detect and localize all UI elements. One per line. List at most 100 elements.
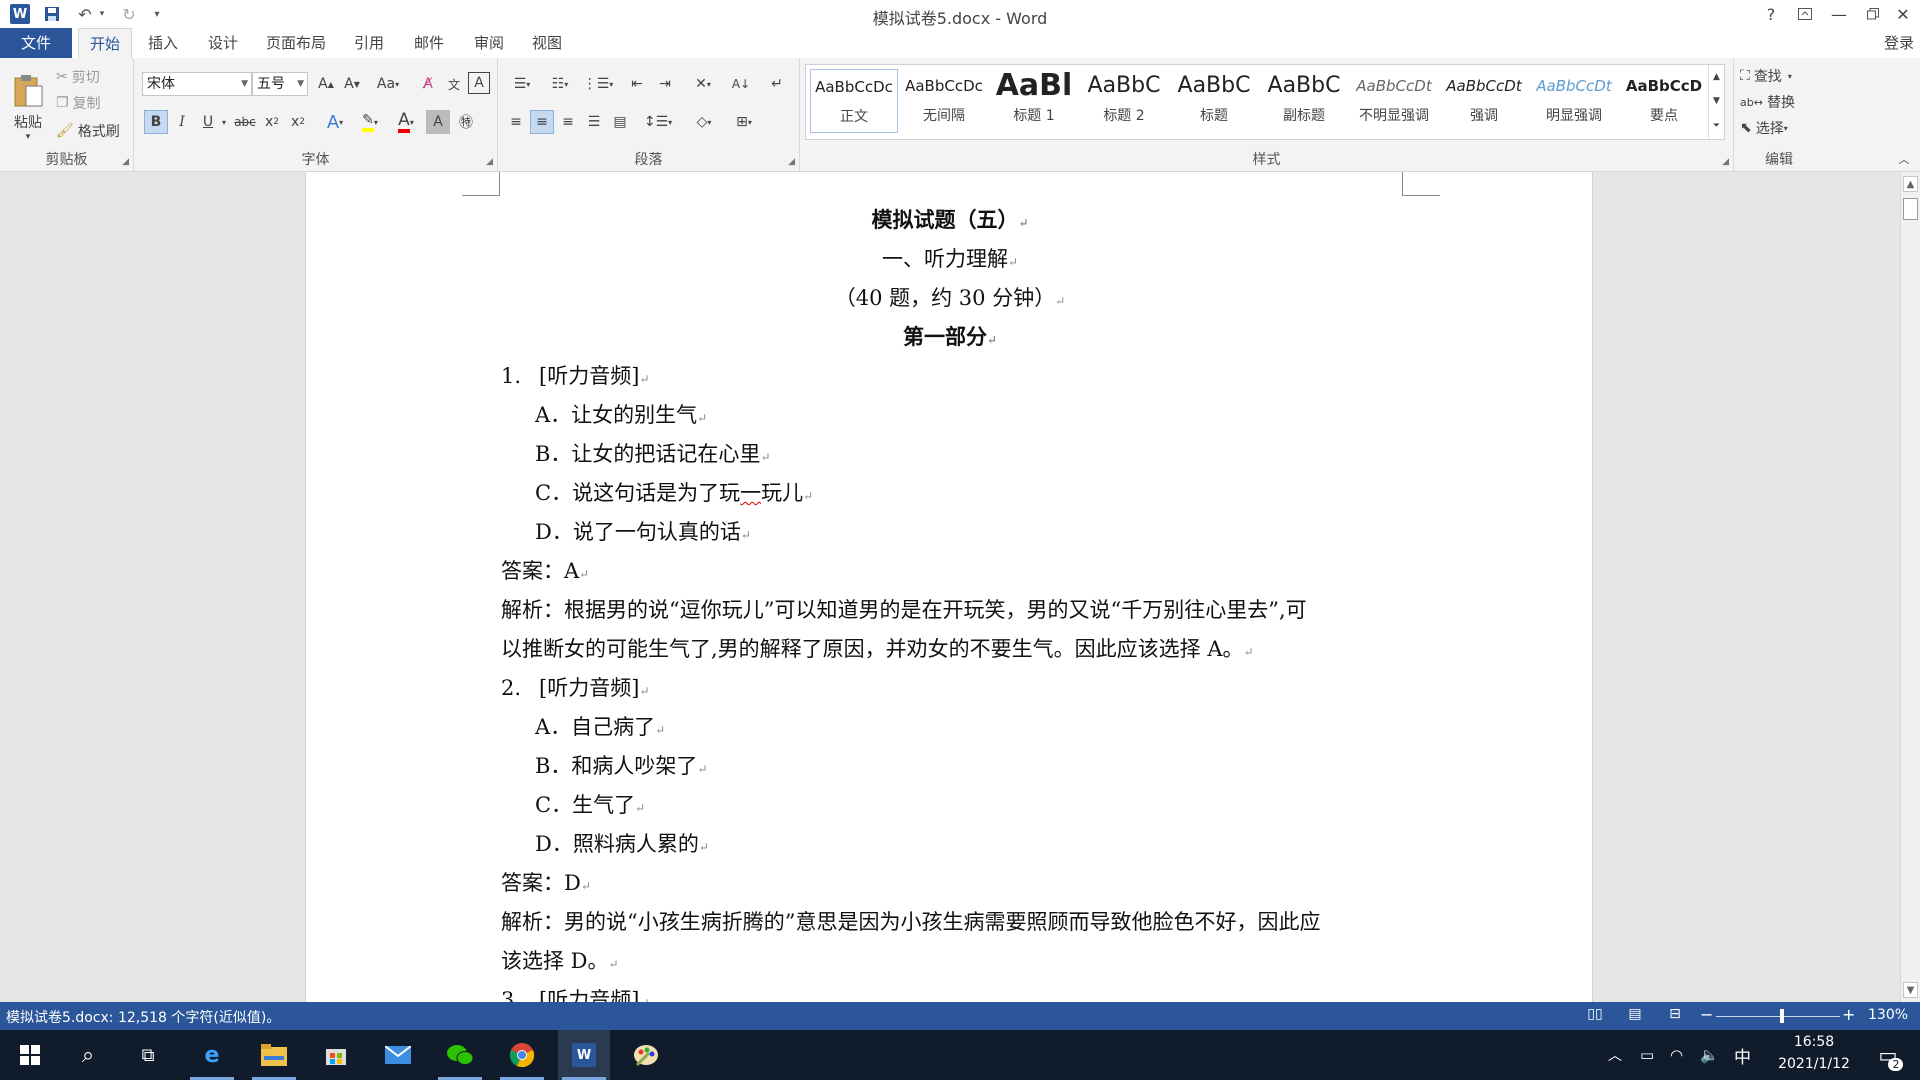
font-color-icon[interactable]: A ▾: [390, 110, 422, 134]
chrome-browser-icon[interactable]: [496, 1030, 548, 1080]
mail-icon[interactable]: [372, 1030, 424, 1080]
gallery-up-icon[interactable]: ▲: [1708, 65, 1724, 89]
minimize-icon[interactable]: —: [1822, 2, 1856, 26]
align-right-icon[interactable]: ≡: [556, 110, 580, 134]
clock-date[interactable]: 2021/1/12: [1764, 1056, 1864, 1072]
style-subtitle[interactable]: AaBbC 副标题: [1260, 69, 1348, 133]
clipboard-launcher-icon[interactable]: ◢: [122, 157, 129, 167]
distributed-icon[interactable]: ▤: [608, 110, 632, 134]
paste-button[interactable]: 粘贴 ▾: [8, 66, 48, 150]
action-center-icon[interactable]: ▭ 2: [1868, 1030, 1908, 1080]
word-taskbar-icon[interactable]: W: [558, 1030, 610, 1080]
style-intense-emphasis[interactable]: AaBbCcDt 明显强调: [1530, 69, 1618, 133]
read-mode-icon[interactable]: ▯▯: [1584, 1006, 1606, 1026]
highlight-color-icon[interactable]: ✎ ▾: [354, 110, 386, 134]
wechat-icon[interactable]: [434, 1030, 486, 1080]
shrink-font-icon[interactable]: A ▼: [340, 72, 364, 96]
scroll-down-icon[interactable]: ▼: [1903, 982, 1918, 998]
sort-icon[interactable]: A↓: [728, 72, 754, 96]
style-title[interactable]: AaBbC 标题: [1170, 69, 1258, 133]
show-hidden-icons-icon[interactable]: ︿: [1608, 1030, 1622, 1080]
close-icon[interactable]: ✕: [1886, 2, 1920, 26]
web-layout-icon[interactable]: ⊟: [1664, 1006, 1686, 1026]
zoom-slider-thumb[interactable]: [1780, 1009, 1784, 1023]
tab-design[interactable]: 设计: [200, 28, 246, 58]
document-stats[interactable]: 模拟试卷5.docx: 12,518 个字符(近似值)。: [6, 1007, 280, 1027]
borders-icon[interactable]: ⊞ ▾: [726, 110, 762, 134]
document-page[interactable]: 模拟试题（五）↵ 一、听力理解↵ （40 题，约 30 分钟）↵ 第一部分↵ 1…: [305, 172, 1593, 1002]
zoom-slider[interactable]: [1716, 1016, 1840, 1017]
strikethrough-button[interactable]: abc: [232, 110, 258, 134]
clock-time[interactable]: 16:58: [1764, 1034, 1864, 1050]
bullets-icon[interactable]: ☰ ▾: [504, 72, 540, 96]
restore-icon[interactable]: [1856, 2, 1890, 26]
start-button[interactable]: [4, 1030, 56, 1080]
change-case-button[interactable]: Aa ▾: [370, 72, 406, 96]
volume-icon[interactable]: 🔈: [1700, 1030, 1719, 1080]
tab-home[interactable]: 开始: [78, 28, 132, 58]
line-spacing-icon[interactable]: ↕☰ ▾: [640, 110, 676, 134]
file-explorer-icon[interactable]: [248, 1030, 300, 1080]
increase-indent-icon[interactable]: ⇥: [652, 72, 678, 96]
font-name-combo[interactable]: 宋体 ▼: [142, 72, 252, 96]
paint-icon[interactable]: [620, 1030, 672, 1080]
style-heading-1[interactable]: AaBl 标题 1: [990, 69, 1078, 133]
sign-in-link[interactable]: 登录: [1884, 32, 1914, 53]
ime-indicator[interactable]: 中: [1734, 1030, 1751, 1080]
zoom-in-icon[interactable]: +: [1842, 1005, 1855, 1024]
character-shading-icon[interactable]: A: [426, 110, 450, 134]
tab-page-layout[interactable]: 页面布局: [260, 28, 332, 58]
task-view-icon[interactable]: ⧉: [122, 1030, 174, 1080]
underline-button[interactable]: U: [196, 110, 220, 134]
font-launcher-icon[interactable]: ◢: [486, 157, 493, 167]
style-heading-2[interactable]: AaBbC 标题 2: [1080, 69, 1168, 133]
tab-review[interactable]: 审阅: [466, 28, 512, 58]
gallery-down-icon[interactable]: ▼: [1708, 89, 1724, 113]
tab-mailings[interactable]: 邮件: [406, 28, 452, 58]
character-border-icon[interactable]: A: [468, 72, 490, 94]
italic-button[interactable]: I: [170, 110, 194, 134]
edge-browser-icon[interactable]: e: [186, 1030, 238, 1080]
collapse-ribbon-icon[interactable]: ︿: [1894, 150, 1914, 168]
justify-icon[interactable]: ☰: [582, 110, 606, 134]
numbering-icon[interactable]: ☷ ▾: [542, 72, 578, 96]
style-no-spacing[interactable]: AaBbCcDc 无间隔: [900, 69, 988, 133]
decrease-indent-icon[interactable]: ⇤: [624, 72, 650, 96]
superscript-button[interactable]: x2: [286, 110, 310, 134]
bold-button[interactable]: B: [144, 110, 168, 134]
underline-dropdown-icon[interactable]: ▾: [218, 110, 230, 134]
tab-file[interactable]: 文件: [0, 28, 72, 58]
tab-view[interactable]: 视图: [524, 28, 570, 58]
scroll-thumb[interactable]: [1903, 198, 1918, 220]
style-subtle-emphasis[interactable]: AaBbCcDt 不明显强调: [1350, 69, 1438, 133]
tab-references[interactable]: 引用: [346, 28, 392, 58]
phonetic-guide-icon[interactable]: 文: [442, 72, 466, 96]
subscript-button[interactable]: x2: [260, 110, 284, 134]
enclose-characters-icon[interactable]: ㊕: [454, 110, 478, 134]
copy-button[interactable]: ❐ 复制: [56, 92, 101, 114]
ribbon-display-options-icon[interactable]: [1788, 2, 1822, 26]
scroll-up-icon[interactable]: ▲: [1903, 176, 1918, 192]
align-center-icon[interactable]: ≡: [530, 110, 554, 134]
vertical-scrollbar[interactable]: ▲ ▼: [1900, 172, 1920, 1002]
show-formatting-marks-icon[interactable]: ↵: [764, 72, 790, 96]
replace-button[interactable]: ab↔ 替换: [1740, 90, 1795, 114]
font-size-combo[interactable]: 五号 ▼: [252, 72, 308, 96]
grow-font-icon[interactable]: A ▲: [314, 72, 338, 96]
battery-icon[interactable]: ▭: [1640, 1030, 1654, 1080]
style-emphasis[interactable]: AaBbCcDt 强调: [1440, 69, 1528, 133]
tab-insert[interactable]: 插入: [140, 28, 186, 58]
style-strong[interactable]: AaBbCcD 要点: [1620, 69, 1708, 133]
cut-button[interactable]: ✂ 剪切: [56, 66, 100, 88]
format-painter-button[interactable]: 🖌 格式刷: [56, 120, 120, 142]
text-effects-icon[interactable]: A ▾: [320, 110, 350, 134]
styles-launcher-icon[interactable]: ◢: [1722, 157, 1729, 167]
wifi-icon[interactable]: ◠: [1670, 1030, 1683, 1080]
style-normal[interactable]: AaBbCcDc 正文: [810, 69, 898, 133]
chinese-layout-icon[interactable]: ✕ ▾: [686, 72, 720, 96]
select-button[interactable]: ⬉ 选择 ▾: [1740, 116, 1788, 140]
help-button[interactable]: ?: [1754, 2, 1788, 26]
find-button[interactable]: ⛶ 查找 ▾: [1740, 64, 1792, 88]
shading-icon[interactable]: ◇ ▾: [686, 110, 722, 134]
zoom-level[interactable]: 130%: [1868, 1007, 1908, 1023]
